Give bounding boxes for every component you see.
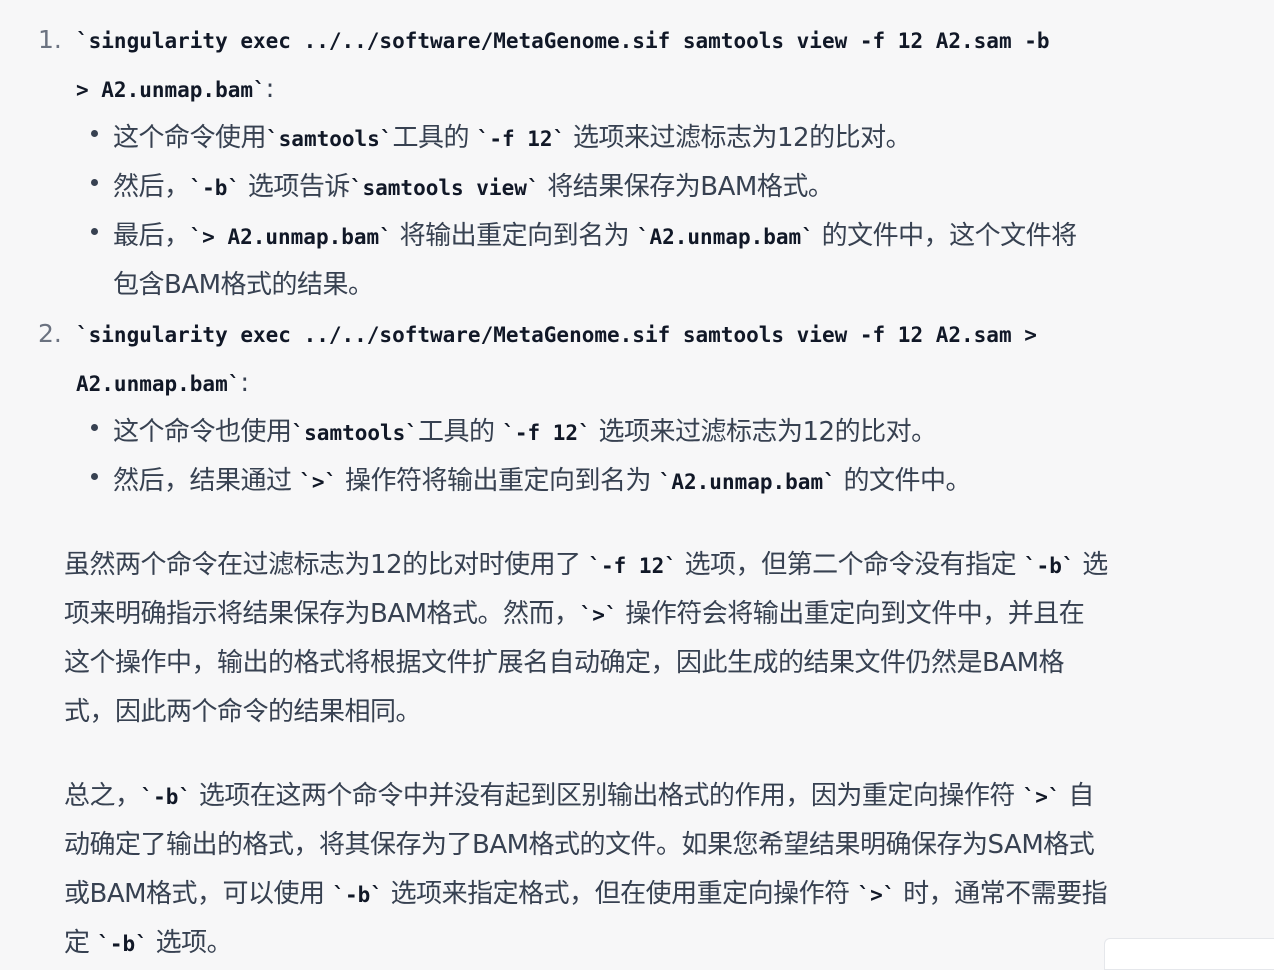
- list-number-1: 1.: [38, 25, 62, 54]
- para2-line4: 定 `-b` 选项。: [64, 928, 233, 958]
- bullet-dot: [91, 228, 98, 235]
- item2-bullet-1: 这个命令也使用`samtools`工具的 `-f 12` 选项来过滤标志为12的…: [113, 417, 937, 447]
- input-area-edge: [1104, 938, 1274, 970]
- inline-code: `singularity exec ../../software/MetaGen…: [76, 29, 1050, 53]
- item2-command-line2: A2.unmap.bam`:: [76, 368, 249, 398]
- para1-line3: 这个操作中，输出的格式将根据文件扩展名自动确定，因此生成的结果文件仍然是BAM格: [64, 648, 1065, 678]
- item1-bullet-1: 这个命令使用`samtools`工具的 `-f 12` 选项来过滤标志为12的比…: [113, 123, 912, 153]
- item1-bullet-2: 然后，`-b` 选项告诉`samtools view` 将结果保存为BAM格式。: [113, 172, 834, 202]
- bullet-dot: [91, 179, 98, 186]
- list-number-2: 2.: [38, 319, 62, 348]
- item2-bullet-2: 然后，结果通过 `>` 操作符将输出重定向到名为 `A2.unmap.bam` …: [113, 466, 972, 496]
- item2-command-line1: `singularity exec ../../software/MetaGen…: [76, 314, 1037, 355]
- para1-line1: 虽然两个命令在过滤标志为12的比对时使用了 `-f 12` 选项，但第二个命令没…: [64, 550, 1108, 580]
- bullet-dot: [91, 473, 98, 480]
- inline-code: `singularity exec ../../software/MetaGen…: [76, 323, 1037, 347]
- bullet-dot: [91, 130, 98, 137]
- inline-code: > A2.unmap.bam`: [76, 78, 266, 102]
- item1-bullet-3: 最后，`> A2.unmap.bam` 将输出重定向到名为 `A2.unmap.…: [113, 221, 1077, 251]
- para2-line3: 或BAM格式，可以使用 `-b` 选项来指定格式，但在使用重定向操作符 `>` …: [64, 879, 1108, 909]
- para2-line2: 动确定了输出的格式，将其保存为了BAM格式的文件。如果您希望结果明确保存为SAM…: [64, 830, 1095, 860]
- para1-line4: 式，因此两个命令的结果相同。: [64, 697, 422, 727]
- para1-line2: 项来明确指示将结果保存为BAM格式。然而，`>` 操作符会将输出重定向到文件中，…: [64, 599, 1085, 629]
- item1-command-line1: `singularity exec ../../software/MetaGen…: [76, 20, 1050, 61]
- para2-line1: 总之，`-b` 选项在这两个命令中并没有起到区别输出格式的作用，因为重定向操作符…: [64, 781, 1094, 811]
- item1-bullet-3-cont: 包含BAM格式的结果。: [113, 270, 374, 300]
- item1-command-line2: > A2.unmap.bam`:: [76, 74, 274, 104]
- bullet-dot: [91, 424, 98, 431]
- inline-code: A2.unmap.bam`: [76, 372, 241, 396]
